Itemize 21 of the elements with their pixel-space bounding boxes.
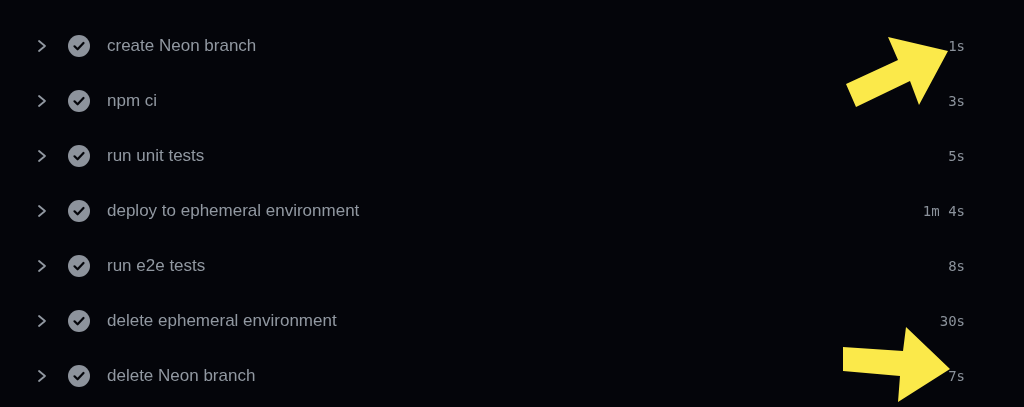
chevron-icon[interactable] <box>36 38 48 53</box>
step-name[interactable]: create Neon branch <box>107 35 949 56</box>
step-duration: 5s <box>948 147 965 164</box>
step-duration: 3s <box>948 92 965 109</box>
chevron-icon[interactable] <box>36 203 48 218</box>
step-name[interactable]: delete Neon branch <box>107 365 949 386</box>
step-duration: 1m 4s <box>922 202 965 219</box>
step-name[interactable]: delete ephemeral environment <box>107 310 940 331</box>
step-name[interactable]: run unit tests <box>107 145 949 166</box>
chevron-icon[interactable] <box>36 93 48 108</box>
chevron-icon[interactable] <box>36 313 48 328</box>
chevron-icon[interactable] <box>36 368 48 383</box>
step-duration: 8s <box>948 257 965 274</box>
chevron-icon[interactable] <box>36 148 48 163</box>
chevron-icon[interactable] <box>36 258 48 273</box>
step-name[interactable]: deploy to ephemeral environment <box>107 200 923 221</box>
step-duration: 30s <box>939 312 965 329</box>
step-name[interactable]: npm ci <box>107 90 949 111</box>
step-name[interactable]: run e2e tests <box>107 255 949 276</box>
step-duration: 7s <box>948 367 965 384</box>
step-duration: 1s <box>948 37 965 54</box>
